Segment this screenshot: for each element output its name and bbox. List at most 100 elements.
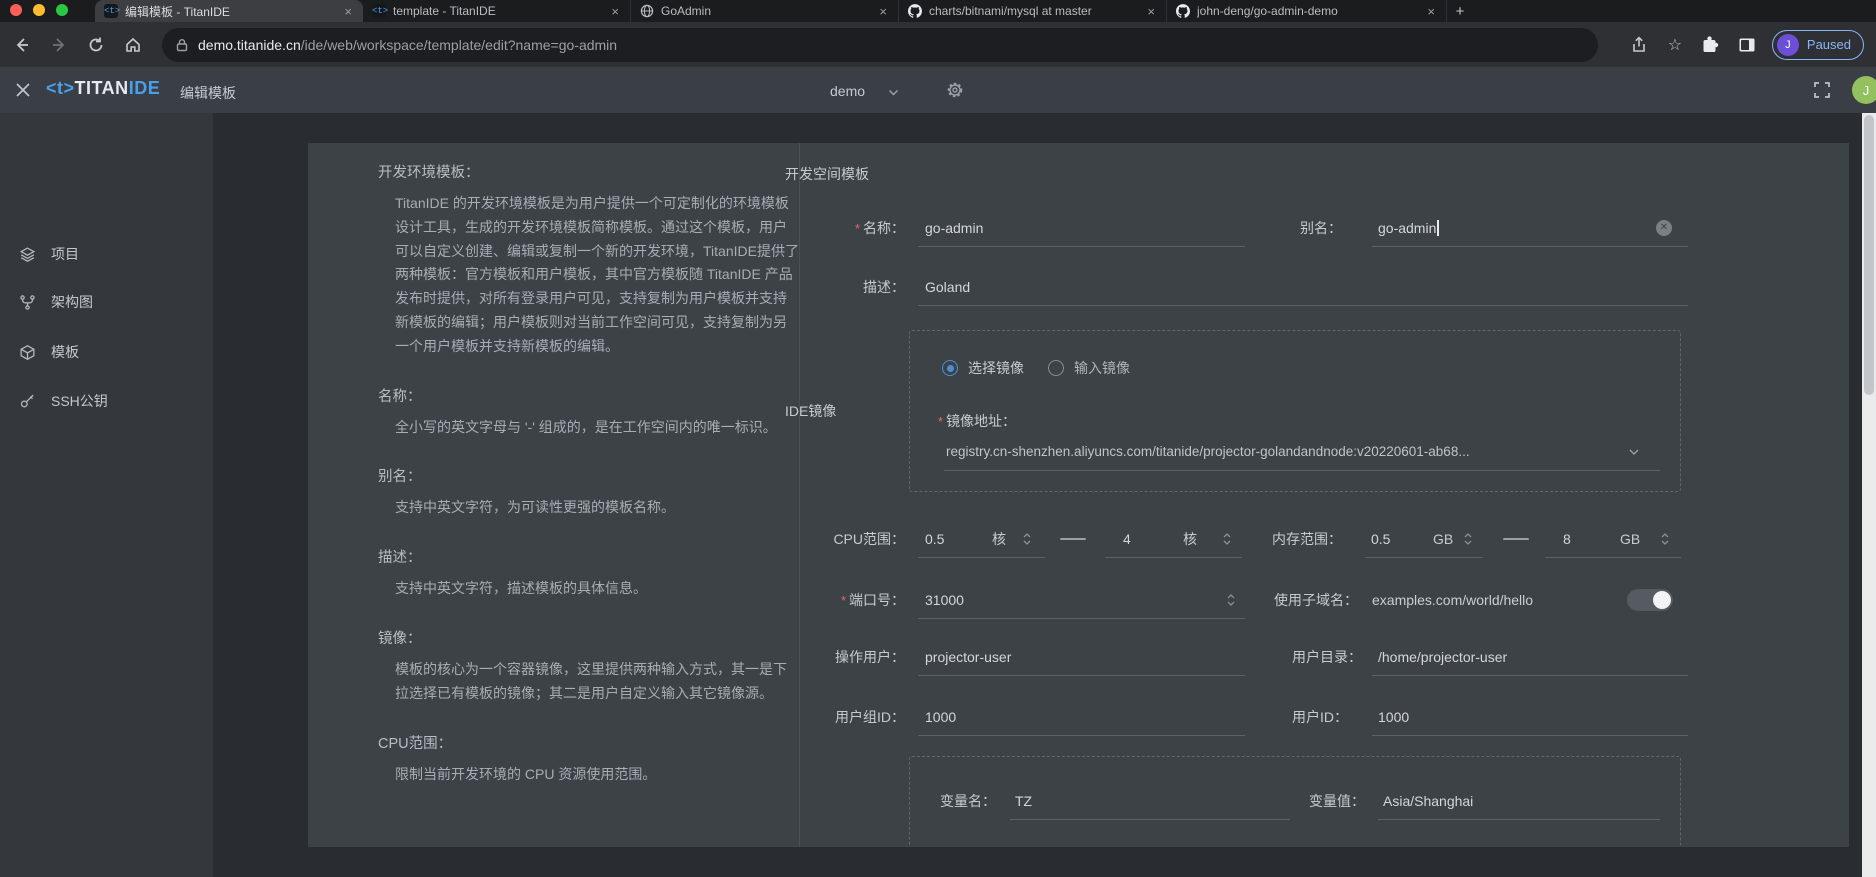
tab-title: john-deng/go-admin-demo <box>1197 4 1418 18</box>
cpu-min-input[interactable]: 0.5 <box>925 527 944 551</box>
chevron-down-icon[interactable] <box>1628 446 1640 458</box>
tab-title: GoAdmin <box>661 4 870 18</box>
url-domain: demo.titanide.cn <box>198 37 301 53</box>
help-column: 开发环境模板： TitanIDE 的开发环境模板是为用户提供一个可定制化的环境模… <box>378 161 800 786</box>
stepper-icon[interactable] <box>1222 531 1232 547</box>
home-icon[interactable] <box>123 35 143 55</box>
tab-close-icon[interactable]: × <box>609 4 621 19</box>
reload-icon[interactable] <box>86 35 106 55</box>
radio-select-image[interactable] <box>942 360 958 376</box>
key-icon <box>19 393 36 410</box>
new-tab-button[interactable]: + <box>1447 0 1473 22</box>
subdomain-value: examples.com/world/hello <box>1372 588 1533 612</box>
tab-title: charts/bitnami/mysql at master <box>929 4 1138 18</box>
subdomain-toggle[interactable] <box>1627 589 1673 611</box>
sidebar-item-label: 架构图 <box>51 292 93 312</box>
stepper-icon[interactable] <box>1226 592 1236 608</box>
forward-icon[interactable] <box>49 35 69 55</box>
browser-tab[interactable]: GoAdmin × <box>631 0 899 22</box>
variable-name-label: 变量名： <box>940 789 996 813</box>
help-heading: CPU范围： <box>378 732 800 753</box>
stepper-icon[interactable] <box>1463 531 1473 547</box>
browser-tab-strip: <t> 编辑模板 - TitanIDE × <t> template - Tit… <box>0 0 1876 22</box>
traffic-light-minimize-icon[interactable] <box>33 4 45 16</box>
help-body: 限制当前开发环境的 CPU 资源使用范围。 <box>378 763 800 787</box>
tab-close-icon[interactable]: × <box>877 4 889 19</box>
clear-icon[interactable]: ✕ <box>1656 220 1672 236</box>
cube-icon <box>19 344 36 361</box>
radio-input-image[interactable] <box>1048 360 1064 376</box>
gear-icon[interactable] <box>946 81 964 99</box>
cpu-max-input[interactable]: 4 <box>1123 527 1131 551</box>
browser-tab[interactable]: <t> template - TitanIDE × <box>363 0 631 22</box>
side-panel-icon[interactable] <box>1736 34 1758 56</box>
user-avatar[interactable]: J <box>1852 76 1876 104</box>
toggle-knob <box>1653 591 1671 609</box>
description-input[interactable]: Goland <box>925 275 970 299</box>
name-input[interactable]: go-admin <box>925 216 983 240</box>
browser-profile-button[interactable]: J Paused <box>1772 30 1864 60</box>
traffic-light-zoom-icon[interactable] <box>56 4 68 16</box>
extensions-puzzle-icon[interactable] <box>1700 34 1722 56</box>
image-address-label: *镜像地址： <box>938 409 1016 434</box>
variable-name-input[interactable]: TZ <box>1015 789 1032 813</box>
memory-max-input[interactable]: 8 <box>1563 527 1571 551</box>
cpu-min-underline <box>918 557 1045 558</box>
memory-range-label: 内存范围： <box>1272 527 1342 551</box>
form-title: 开发空间模板 <box>785 164 869 184</box>
fullscreen-icon[interactable] <box>1813 81 1831 99</box>
layers-icon <box>19 246 36 263</box>
sidebar-item-label: SSH公钥 <box>51 391 108 411</box>
browser-toolbar: demo.titanide.cn/ide/web/workspace/templ… <box>0 22 1876 67</box>
user-dir-input[interactable]: /home/projector-user <box>1378 645 1507 669</box>
gid-underline <box>918 735 1245 736</box>
op-user-label: 操作用户： <box>688 645 905 669</box>
uid-input[interactable]: 1000 <box>1378 705 1409 729</box>
bookmark-star-icon[interactable]: ☆ <box>1664 34 1686 56</box>
uid-underline <box>1372 735 1688 736</box>
browser-tab[interactable]: <t> 编辑模板 - TitanIDE × <box>95 0 363 22</box>
lock-icon[interactable] <box>176 38 188 52</box>
alias-label: 别名： <box>1300 216 1342 240</box>
tab-close-icon[interactable]: × <box>342 4 354 19</box>
op-user-input[interactable]: projector-user <box>925 645 1011 669</box>
github-icon <box>1176 4 1190 18</box>
browser-tab[interactable]: charts/bitnami/mysql at master × <box>899 0 1167 22</box>
stepper-icon[interactable] <box>1022 531 1032 547</box>
user-dir-underline <box>1372 675 1688 676</box>
alias-underline <box>1372 246 1688 247</box>
tab-close-icon[interactable]: × <box>1425 4 1437 19</box>
sidebar-item-ssh-keys[interactable]: SSH公钥 <box>0 388 213 414</box>
page-scrollbar[interactable] <box>1862 113 1876 877</box>
titanide-logo[interactable]: <t>TITANIDE <box>46 78 160 99</box>
gid-input[interactable]: 1000 <box>925 705 956 729</box>
name-label: *名称： <box>688 216 905 241</box>
stepper-icon[interactable] <box>1660 531 1670 547</box>
sidebar-item-architecture[interactable]: 架构图 <box>0 289 213 315</box>
traffic-light-close-icon[interactable] <box>10 4 22 16</box>
image-address-select[interactable]: registry.cn-shenzhen.aliyuncs.com/titani… <box>946 440 1606 464</box>
page-title: 编辑模板 <box>180 83 236 103</box>
tab-title: 编辑模板 - TitanIDE <box>125 3 335 20</box>
share-icon[interactable] <box>1628 34 1650 56</box>
github-icon <box>908 4 922 18</box>
variable-value-input[interactable]: Asia/Shanghai <box>1383 789 1473 813</box>
close-icon[interactable] <box>14 81 32 99</box>
scrollbar-thumb[interactable] <box>1864 115 1874 395</box>
sidebar-item-projects[interactable]: 项目 <box>0 241 213 267</box>
sidebar-item-templates[interactable]: 模板 <box>0 339 213 365</box>
memory-min-input[interactable]: 0.5 <box>1371 527 1390 551</box>
workspace-selector[interactable]: demo <box>830 83 865 99</box>
tab-close-icon[interactable]: × <box>1145 4 1157 19</box>
radio-input-image-label: 输入镜像 <box>1074 356 1130 380</box>
text-cursor <box>1437 220 1439 236</box>
browser-tab[interactable]: john-deng/go-admin-demo × <box>1167 0 1447 22</box>
address-bar[interactable]: demo.titanide.cn/ide/web/workspace/templ… <box>162 28 1598 62</box>
help-heading: 名称： <box>378 385 800 406</box>
back-icon[interactable] <box>12 35 32 55</box>
port-input[interactable]: 31000 <box>925 588 964 612</box>
titanide-favicon-icon: <t> <box>104 4 118 18</box>
alias-input[interactable]: go-admin <box>1378 216 1439 240</box>
chevron-down-icon[interactable] <box>887 82 900 99</box>
cpu-max-unit: 核 <box>1183 527 1197 551</box>
